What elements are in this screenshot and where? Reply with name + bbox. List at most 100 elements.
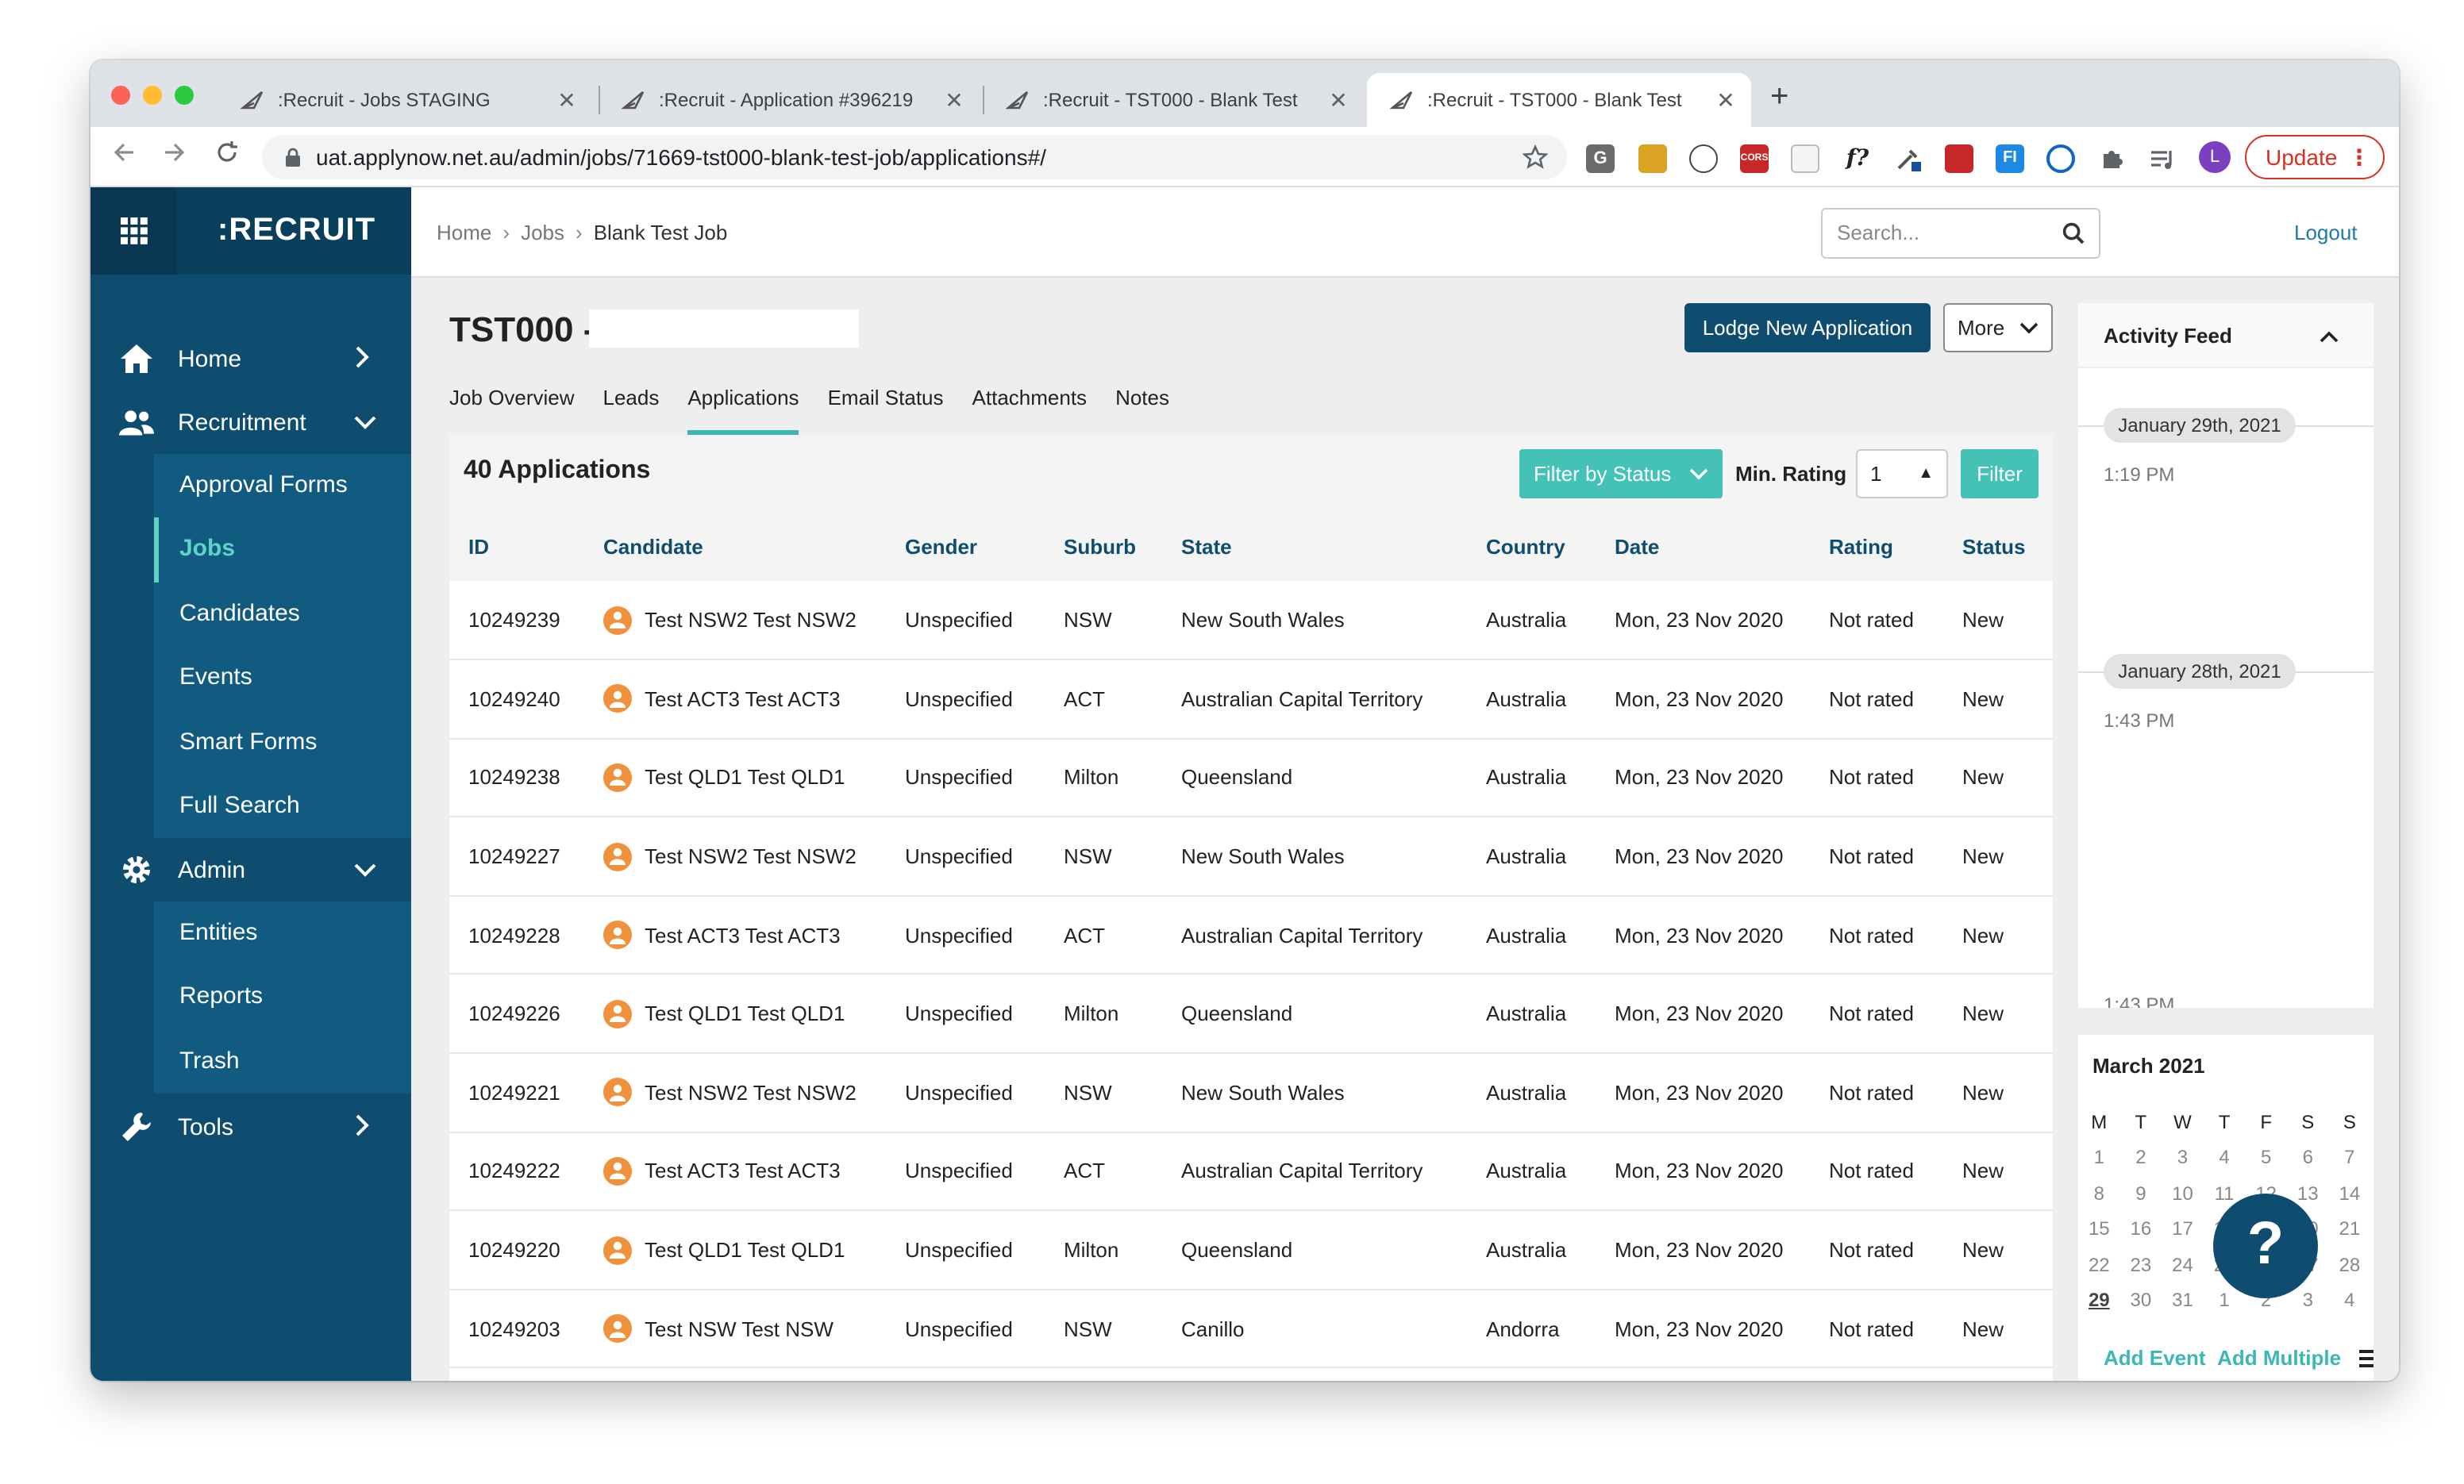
table-row[interactable]: 10249240 Test ACT3 Test ACT3 Unspecified AC…: [449, 659, 2053, 740]
cell-candidate[interactable]: Test ACT3 Test ACT3: [584, 1132, 886, 1212]
extension-g-icon[interactable]: G: [1586, 144, 1615, 173]
filter-by-status-dropdown[interactable]: Filter by Status: [1519, 449, 1723, 498]
close-window-button[interactable]: [111, 86, 130, 105]
cell-candidate[interactable]: Test QLD1 Test QLD1: [584, 738, 886, 818]
zoom-window-button[interactable]: [175, 86, 194, 105]
sidebar-item-jobs[interactable]: Jobs: [154, 517, 411, 582]
cell-candidate[interactable]: Test QLD1 Test QLD1: [584, 974, 886, 1055]
calendar-day[interactable]: 10: [2162, 1176, 2204, 1212]
column-header-date[interactable]: Date: [1596, 511, 1810, 581]
table-row[interactable]: 10249220 Test QLD1 Test QLD1 Unspecified Mi…: [449, 1210, 2053, 1290]
column-header-id[interactable]: ID: [449, 511, 584, 581]
extensions-puzzle-icon[interactable]: [2097, 144, 2126, 173]
column-header-rating[interactable]: Rating: [1810, 511, 1943, 581]
sidebar-item-recruitment[interactable]: Recruitment: [90, 390, 411, 454]
table-row[interactable]: 10249238 Test QLD1 Test QLD1 Unspecified Mi…: [449, 738, 2053, 818]
add-multiple-link[interactable]: Add Multiple: [2217, 1346, 2341, 1370]
calendar-day[interactable]: 30: [2120, 1282, 2162, 1318]
candidate-link[interactable]: Test QLD1 Test QLD1: [603, 999, 886, 1028]
bookmark-star-icon[interactable]: [1523, 144, 1548, 170]
calendar-day[interactable]: 4: [2329, 1282, 2371, 1318]
table-row[interactable]: 10249226 Test QLD1 Test QLD1 Unspecified Mi…: [449, 974, 2053, 1055]
candidate-link[interactable]: Test ACT3 Test ACT3: [603, 921, 886, 950]
extension-fi-icon[interactable]: FI: [1996, 144, 2024, 173]
calendar-day[interactable]: 5: [2245, 1140, 2287, 1176]
minimize-window-button[interactable]: [143, 86, 162, 105]
tab-email-status[interactable]: Email Status: [828, 384, 944, 435]
lodge-new-application-button[interactable]: Lodge New Application: [1684, 303, 1931, 352]
calendar-day[interactable]: 15: [2078, 1211, 2120, 1247]
candidate-link[interactable]: Test NSW2 Test NSW2: [603, 842, 886, 871]
calendar-day[interactable]: 21: [2329, 1211, 2371, 1247]
help-button[interactable]: ?: [2213, 1194, 2318, 1298]
sidebar-item-admin[interactable]: Admin: [90, 838, 411, 902]
search-icon[interactable]: [2062, 222, 2085, 244]
calendar-day[interactable]: 2: [2120, 1140, 2162, 1176]
cell-candidate[interactable]: Test QLD1 Test QLD1: [584, 1210, 886, 1290]
tab-applications[interactable]: Applications: [687, 384, 799, 435]
sidebar-item-approval-forms[interactable]: Approval Forms: [154, 454, 411, 518]
table-row[interactable]: 10249221 Test NSW2 Test NSW2 Unspecified NS…: [449, 1053, 2053, 1133]
back-arrow-icon[interactable]: [106, 140, 141, 175]
calendar-day[interactable]: 3: [2162, 1140, 2204, 1176]
media-control-icon[interactable]: [2148, 144, 2177, 173]
candidate-link[interactable]: Test ACT3 Test ACT3: [603, 684, 886, 713]
calendar-day[interactable]: 9: [2120, 1176, 2162, 1212]
column-header-country[interactable]: Country: [1467, 511, 1596, 581]
extension-speed-icon[interactable]: [1689, 144, 1718, 173]
calendar-day[interactable]: 28: [2329, 1247, 2371, 1282]
calendar-day[interactable]: 14: [2329, 1176, 2371, 1212]
column-header-status[interactable]: Status: [1943, 511, 2053, 581]
breadcrumb-home[interactable]: Home: [437, 221, 491, 244]
cell-candidate[interactable]: Test NSW Test NSW: [584, 1289, 886, 1369]
sidebar-item-reports[interactable]: Reports: [154, 966, 411, 1030]
extension-notes-icon[interactable]: [1791, 144, 1819, 173]
calendar-day-today[interactable]: 29: [2078, 1282, 2120, 1318]
table-row[interactable]: 10249203 Test NSW Test NSW Unspecified NSW C…: [449, 1289, 2053, 1369]
chevron-up-icon[interactable]: [2320, 322, 2339, 351]
close-tab-icon[interactable]: ✕: [1710, 87, 1742, 113]
extension-c-icon[interactable]: [2046, 144, 2075, 173]
new-tab-button[interactable]: +: [1770, 79, 1788, 116]
calendar-day[interactable]: 22: [2078, 1247, 2120, 1282]
calendar-day[interactable]: 6: [2287, 1140, 2329, 1176]
sidebar-item-trash[interactable]: Trash: [154, 1030, 411, 1094]
calendar-day[interactable]: 4: [2204, 1140, 2246, 1176]
browser-tab[interactable]: :Recruit - Jobs STAGING ✕: [218, 73, 592, 127]
column-header-gender[interactable]: Gender: [886, 511, 1045, 581]
extension-toolbox-icon[interactable]: [1638, 144, 1667, 173]
table-row[interactable]: 10249227 Test NSW2 Test NSW2 Unspecified NS…: [449, 817, 2053, 897]
add-event-link[interactable]: Add Event: [2104, 1346, 2206, 1370]
cell-candidate[interactable]: Test ACT3 Test ACT3: [584, 659, 886, 740]
search-input[interactable]: Search...: [1821, 208, 2100, 259]
more-dropdown-button[interactable]: More: [1943, 303, 2053, 352]
sidebar-item-entities[interactable]: Entities: [154, 902, 411, 966]
profile-avatar[interactable]: L: [2199, 141, 2231, 173]
sidebar-item-smart-forms[interactable]: Smart Forms: [154, 710, 411, 775]
calendar-day[interactable]: 16: [2120, 1211, 2162, 1247]
tab-notes[interactable]: Notes: [1115, 384, 1169, 435]
extension-bug-icon[interactable]: [1945, 144, 1973, 173]
address-bar[interactable]: uat.applynow.net.au/admin/jobs/71669-tst…: [262, 135, 1567, 179]
candidate-link[interactable]: Test NSW2 Test NSW2: [603, 606, 886, 635]
app-grid-button[interactable]: [90, 187, 176, 275]
calendar-day[interactable]: 31: [2162, 1282, 2204, 1318]
reload-icon[interactable]: [210, 140, 244, 175]
brand-logo[interactable]: :RECRUIT: [218, 213, 375, 249]
filter-button[interactable]: Filter: [1961, 449, 2039, 498]
sidebar-item-tools[interactable]: Tools: [90, 1095, 411, 1159]
cell-candidate[interactable]: Test NSW2 Test NSW2: [584, 817, 886, 897]
table-row[interactable]: 10249228 Test ACT3 Test ACT3 Unspecified AC…: [449, 895, 2053, 975]
table-row[interactable]: 10249239 Test NSW2 Test NSW2 Unspecified NS…: [449, 581, 2053, 661]
tab-job-overview[interactable]: Job Overview: [449, 384, 575, 435]
calendar-day[interactable]: 23: [2120, 1247, 2162, 1282]
column-header-state[interactable]: State: [1162, 511, 1467, 581]
column-header-candidate[interactable]: Candidate: [584, 511, 886, 581]
extension-cors-icon[interactable]: CORS: [1740, 144, 1769, 173]
cell-candidate[interactable]: Test NSW2 Test NSW2: [584, 581, 886, 661]
extension-fx-icon[interactable]: f?: [1843, 144, 1872, 173]
candidate-link[interactable]: Test QLD1 Test QLD1: [603, 763, 886, 792]
candidate-link[interactable]: Test NSW2 Test NSW2: [603, 1078, 886, 1107]
calendar-day[interactable]: 8: [2078, 1176, 2120, 1212]
close-tab-icon[interactable]: ✕: [1322, 87, 1354, 113]
